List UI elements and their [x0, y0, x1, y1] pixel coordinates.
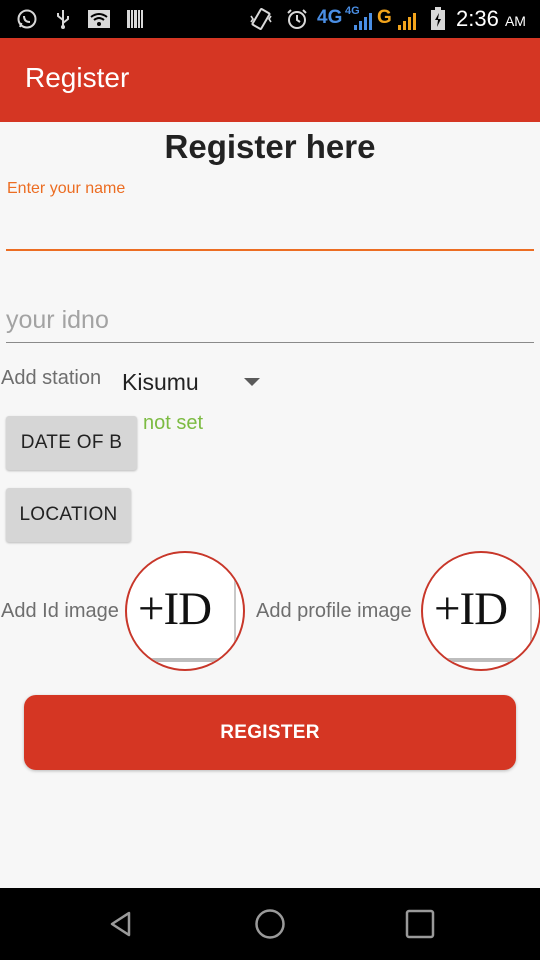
app-toolbar: Register — [0, 38, 540, 122]
station-selected-value: Kisumu — [122, 369, 199, 395]
battery-charging-icon — [428, 7, 448, 30]
name-field-label: Enter your name — [7, 180, 126, 197]
date-of-birth-button[interactable]: DATE OF B — [6, 416, 137, 470]
idno-input[interactable] — [6, 298, 534, 343]
back-icon[interactable] — [103, 906, 139, 942]
id-image-picker[interactable]: +ID — [125, 551, 245, 671]
profile-image-picker[interactable]: +ID — [421, 551, 540, 671]
status-bar: 4G 4G G 2:36 AM — [0, 0, 540, 38]
toolbar-title: Register — [25, 62, 130, 93]
station-label: Add station — [1, 367, 102, 389]
network-g-label: G — [377, 7, 392, 28]
dropdown-caret-icon — [244, 378, 260, 386]
location-button[interactable]: LOCATION — [6, 488, 131, 542]
id-image-placeholder: +ID — [130, 554, 236, 662]
id-placeholder-text: +ID — [138, 583, 212, 635]
signal-icon-2 — [396, 10, 420, 32]
alarm-icon — [284, 8, 310, 30]
navigation-bar — [0, 888, 540, 960]
vibrate-icon — [248, 8, 274, 30]
register-button[interactable]: REGISTER — [24, 695, 516, 770]
station-dropdown[interactable]: Kisumu — [112, 362, 272, 402]
home-icon[interactable] — [252, 906, 288, 942]
whatsapp-icon — [14, 8, 40, 30]
dob-status-text: not set — [143, 412, 204, 434]
barcode-icon — [124, 8, 146, 30]
signal-icon — [352, 10, 374, 32]
usb-icon — [52, 8, 74, 30]
wifi-icon — [86, 8, 112, 30]
id-image-label: Add Id image — [1, 600, 119, 622]
name-input[interactable] — [6, 205, 534, 251]
profile-image-placeholder: +ID — [426, 554, 532, 662]
profile-image-label: Add profile image — [256, 600, 412, 622]
clock-ampm: AM — [504, 13, 526, 29]
profile-placeholder-text: +ID — [434, 583, 508, 635]
page-heading: Register here — [164, 128, 376, 165]
clock-time: 2:36 — [456, 6, 499, 31]
clock: 2:36 AM — [456, 6, 526, 34]
recents-icon[interactable] — [402, 906, 438, 942]
network-4g-label: 4G — [317, 7, 343, 28]
